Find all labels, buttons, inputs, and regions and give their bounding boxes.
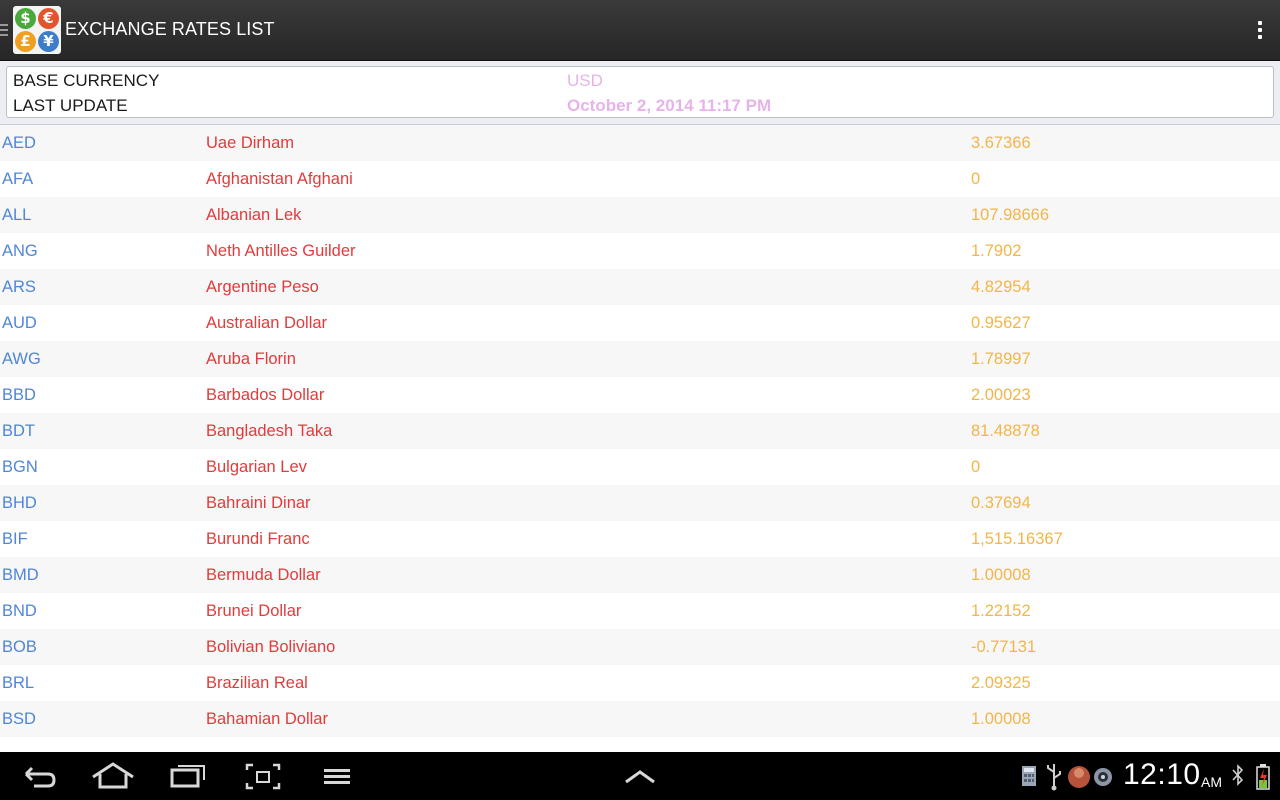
- euro-coin-icon: €: [38, 8, 59, 29]
- exchange-rate-value: 1.7902: [971, 242, 1022, 260]
- back-icon[interactable]: [18, 752, 60, 800]
- rate-row-aed[interactable]: AED Uae Dirham 3.67366: [0, 125, 1280, 161]
- currency-code: ANG: [2, 242, 38, 260]
- exchange-rate-value: 3.67366: [971, 134, 1031, 152]
- calculator-icon: [1022, 766, 1036, 786]
- exchange-rate-value: 2.00023: [971, 386, 1031, 404]
- currency-name: Bermuda Dollar: [206, 566, 321, 584]
- exchange-rate-value: 1.00008: [971, 566, 1031, 584]
- yen-coin-icon: ¥: [38, 31, 59, 52]
- rate-row-aud[interactable]: AUD Australian Dollar 0.95627: [0, 305, 1280, 341]
- bluetooth-icon: [1232, 764, 1244, 786]
- screenshot-icon[interactable]: [244, 752, 282, 800]
- up-chevron-icon[interactable]: [622, 752, 658, 800]
- currency-code: BIF: [2, 530, 28, 548]
- rate-row-bob[interactable]: BOB Bolivian Boliviano -0.77131: [0, 629, 1280, 665]
- exchange-rate-value: 0.95627: [971, 314, 1031, 332]
- overflow-menu-icon[interactable]: [1250, 18, 1270, 44]
- status-time: 12:10: [1123, 758, 1201, 791]
- info-panel: BASE CURRENCY USD LAST UPDATE October 2,…: [0, 61, 1280, 126]
- currency-name: Argentine Peso: [206, 278, 319, 296]
- info-box: BASE CURRENCY USD LAST UPDATE October 2,…: [6, 66, 1274, 118]
- rate-row-bsd[interactable]: BSD Bahamian Dollar 1.00008: [0, 701, 1280, 737]
- status-ampm: AM: [1201, 774, 1222, 790]
- currency-code: BHD: [2, 494, 37, 512]
- action-bar: $ € £ ¥ EXCHANGE RATES LIST: [0, 0, 1280, 61]
- exchange-rate-value: -0.77131: [971, 638, 1037, 656]
- drawer-indicator-icon[interactable]: [0, 24, 8, 36]
- currency-name: Brazilian Real: [206, 674, 308, 692]
- currency-name: Afghanistan Afghani: [206, 170, 353, 188]
- currency-code: BND: [2, 602, 37, 620]
- usb-icon: [1047, 764, 1061, 791]
- currency-name: Bulgarian Lev: [206, 458, 307, 476]
- currency-name: Bolivian Boliviano: [206, 638, 336, 656]
- currency-name: Albanian Lek: [206, 206, 302, 224]
- exchange-rate-list[interactable]: AED Uae Dirham 3.67366 AFA Afghanistan Afgha…: [0, 125, 1280, 751]
- exchange-rate-value: 0.37694: [971, 494, 1031, 512]
- dollar-coin-icon: $: [15, 8, 36, 29]
- currency-code: AFA: [2, 170, 34, 188]
- currency-code: ALL: [2, 206, 32, 224]
- currency-coins-icon[interactable]: $ € £ ¥: [13, 6, 61, 54]
- exchange-rate-value: 107.98666: [971, 206, 1049, 224]
- rate-row-ars[interactable]: ARS Argentine Peso 4.82954: [0, 269, 1280, 305]
- app-title: EXCHANGE RATES LIST: [65, 19, 275, 39]
- exchange-rate-value: 4.82954: [971, 278, 1031, 296]
- avatar-icon: [1068, 766, 1090, 788]
- recent-apps-icon[interactable]: [168, 752, 208, 800]
- last-update-value: October 2, 2014 11:17 PM: [567, 96, 772, 115]
- exchange-rate-value: 1.78997: [971, 350, 1031, 368]
- currency-name: Burundi Franc: [206, 530, 310, 548]
- currency-code: BGN: [2, 458, 38, 476]
- currency-code: AUD: [2, 314, 37, 332]
- base-currency-label: BASE CURRENCY: [13, 71, 160, 90]
- currency-name: Brunei Dollar: [206, 602, 302, 620]
- currency-name: Aruba Florin: [206, 350, 296, 368]
- menu-icon[interactable]: [322, 752, 354, 800]
- currency-code: BSD: [2, 710, 36, 728]
- system-navigation-bar: 12:10 AM: [0, 752, 1280, 800]
- rate-row-afa[interactable]: AFA Afghanistan Afghani 0: [0, 161, 1280, 197]
- exchange-rate-value: 2.09325: [971, 674, 1031, 692]
- currency-name: Bahamian Dollar: [206, 710, 328, 728]
- currency-code: AED: [2, 134, 36, 152]
- currency-code: BMD: [2, 566, 39, 584]
- exchange-rate-value: 1,515.16367: [971, 530, 1063, 548]
- rate-row-all[interactable]: ALL Albanian Lek 107.98666: [0, 197, 1280, 233]
- currency-name: Australian Dollar: [206, 314, 328, 332]
- rate-row-bhd[interactable]: BHD Bahraini Dinar 0.37694: [0, 485, 1280, 521]
- currency-code: BRL: [2, 674, 35, 692]
- currency-name: Uae Dirham: [206, 134, 295, 152]
- rate-row-brl[interactable]: BRL Brazilian Real 2.09325: [0, 665, 1280, 701]
- exchange-rate-value: 1.00008: [971, 710, 1031, 728]
- currency-code: BBD: [2, 386, 36, 404]
- pound-coin-icon: £: [15, 31, 36, 52]
- exchange-rate-value: 81.48878: [971, 422, 1040, 440]
- camera-icon: [1094, 768, 1112, 786]
- last-update-label: LAST UPDATE: [13, 96, 128, 115]
- currency-name: Bahraini Dinar: [206, 494, 311, 512]
- currency-name: Neth Antilles Guilder: [206, 242, 356, 260]
- rate-row-awg[interactable]: AWG Aruba Florin 1.78997: [0, 341, 1280, 377]
- currency-code: BOB: [2, 638, 37, 656]
- rate-row-bdt[interactable]: BDT Bangladesh Taka 81.48878: [0, 413, 1280, 449]
- currency-name: Barbados Dollar: [206, 386, 325, 404]
- currency-code: AWG: [2, 350, 41, 368]
- exchange-rate-value: 0: [971, 458, 981, 476]
- exchange-rate-value: 1.22152: [971, 602, 1031, 620]
- rate-row-ang[interactable]: ANG Neth Antilles Guilder 1.7902: [0, 233, 1280, 269]
- rate-row-bif[interactable]: BIF Burundi Franc 1,515.16367: [0, 521, 1280, 557]
- base-currency-value: USD: [567, 71, 603, 90]
- home-icon[interactable]: [90, 752, 136, 800]
- rate-row-bnd[interactable]: BND Brunei Dollar 1.22152: [0, 593, 1280, 629]
- currency-name: Bangladesh Taka: [206, 422, 333, 440]
- rate-row-bmd[interactable]: BMD Bermuda Dollar 1.00008: [0, 557, 1280, 593]
- currency-code: ARS: [2, 278, 36, 296]
- rate-row-bgn[interactable]: BGN Bulgarian Lev 0: [0, 449, 1280, 485]
- rate-row-bbd[interactable]: BBD Barbados Dollar 2.00023: [0, 377, 1280, 413]
- battery-icon: [1256, 764, 1270, 790]
- currency-code: BDT: [2, 422, 35, 440]
- exchange-rate-value: 0: [971, 170, 981, 188]
